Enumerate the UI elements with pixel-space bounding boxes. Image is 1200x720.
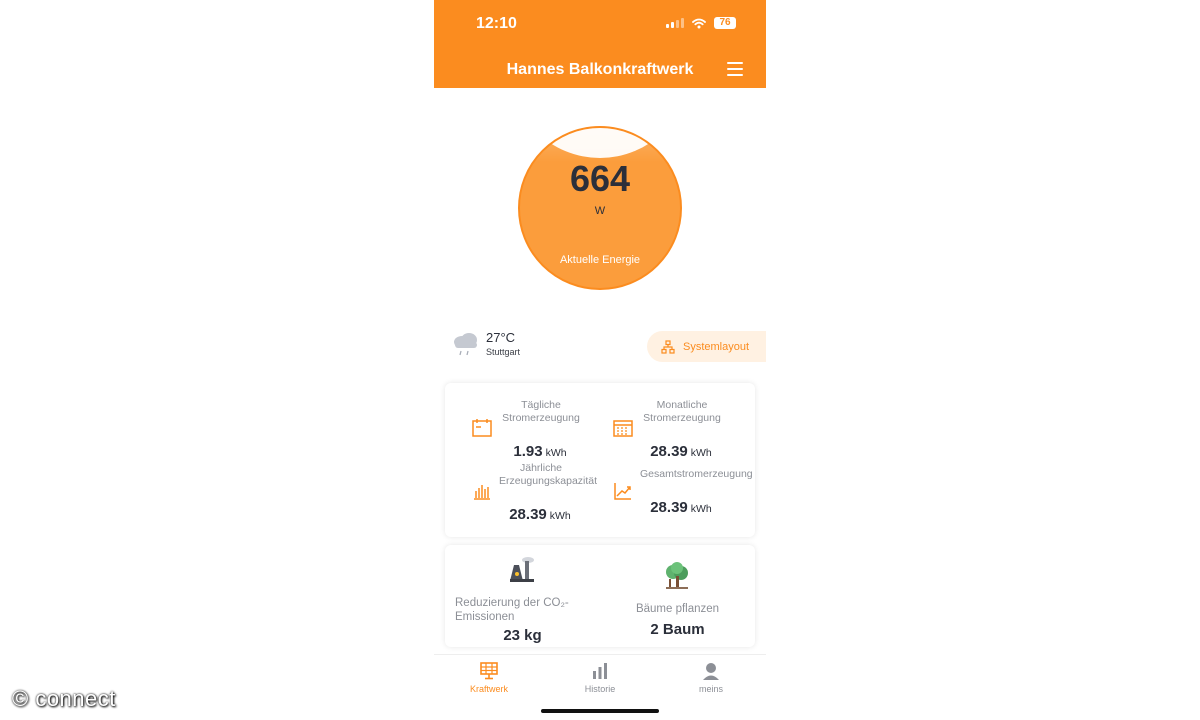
rain-cloud-icon bbox=[454, 333, 477, 356]
watermark-logo: © connect bbox=[12, 686, 116, 711]
stat-daily: Tägliche Stromerzeugung 1.93 kWh bbox=[445, 383, 595, 460]
eco-trees: Bäume pflanzen 2 Baum bbox=[600, 545, 755, 647]
tab-kraftwerk[interactable]: Kraftwerk bbox=[434, 662, 544, 694]
app-header: 12:10 76 Hannes Balkonkraftwerk bbox=[434, 0, 766, 88]
tab-historie[interactable]: Historie bbox=[545, 662, 655, 694]
gauge-unit: W bbox=[594, 205, 606, 217]
eco-impact-card: Reduzierung der CO₂-Emissionen 23 kg Bäu… bbox=[445, 545, 755, 647]
eco-label: Reduzierung der CO₂-Emissionen bbox=[455, 597, 569, 623]
phone-screen: 12:10 76 Hannes Balkonkraftwerk 664 W Ak… bbox=[434, 0, 766, 720]
stat-monthly: Monatliche Stromerzeugung 28.39 kWh bbox=[586, 383, 736, 460]
tree-icon bbox=[666, 562, 688, 589]
systemlayout-button[interactable]: Systemlayout bbox=[647, 331, 766, 362]
stat-value: 28.39 kWh bbox=[509, 506, 571, 523]
gauge-label: Aktuelle Energie bbox=[559, 254, 641, 266]
stat-label: Gesamtstromerzeugung bbox=[640, 468, 753, 480]
gauge-value: 664 bbox=[569, 158, 631, 199]
weather-temperature: 27°C bbox=[486, 329, 516, 345]
production-stats-card: Tägliche Stromerzeugung 1.93 kWh Monatlic… bbox=[445, 383, 755, 537]
person-icon bbox=[703, 663, 719, 680]
stat-total: Gesamtstromerzeugung 28.39 kWh bbox=[586, 446, 753, 516]
hamburger-menu-icon[interactable] bbox=[727, 62, 743, 76]
solar-panel-icon bbox=[480, 662, 498, 680]
systemlayout-label: Systemlayout bbox=[683, 340, 750, 353]
home-indicator bbox=[541, 709, 659, 713]
current-energy-gauge: 664 W Aktuelle Energie bbox=[518, 126, 682, 290]
stat-label: Tägliche Stromerzeugung bbox=[502, 399, 580, 424]
battery-icon: 76 bbox=[714, 17, 736, 29]
weather-widget: 27°C Stuttgart bbox=[450, 328, 520, 358]
eco-value: 2 Baum bbox=[650, 621, 705, 638]
cellular-signal-icon bbox=[666, 18, 684, 28]
tab-label: Historie bbox=[584, 684, 616, 694]
status-time: 12:10 bbox=[476, 15, 517, 32]
stat-value: 28.39 kWh bbox=[650, 499, 712, 516]
tab-meins[interactable]: meins bbox=[656, 662, 766, 694]
bar-chart-icon bbox=[593, 663, 607, 679]
wifi-icon bbox=[692, 18, 706, 28]
factory-icon bbox=[510, 557, 534, 582]
stat-label: Jährliche Erzeugungskapazität bbox=[499, 462, 598, 487]
eco-co2: Reduzierung der CO₂-Emissionen 23 kg bbox=[445, 545, 600, 647]
eco-value: 23 kg bbox=[503, 627, 542, 644]
stat-yearly: Jährliche Erzeugungskapazität 28.39 kWh bbox=[445, 446, 598, 523]
network-layout-icon bbox=[661, 339, 675, 354]
weather-city: Stuttgart bbox=[486, 346, 521, 357]
battery-calendar-icon bbox=[472, 419, 492, 437]
calendar-grid-icon bbox=[613, 420, 633, 437]
app-title: Hannes Balkonkraftwerk bbox=[506, 61, 694, 78]
eco-label: Bäume pflanzen bbox=[635, 603, 720, 615]
stat-label: Monatliche Stromerzeugung bbox=[643, 399, 721, 424]
status-icons: 76 bbox=[666, 17, 736, 29]
tab-label: meins bbox=[698, 684, 723, 694]
bar-chart-icon bbox=[474, 485, 490, 500]
tab-label: Kraftwerk bbox=[469, 684, 508, 694]
